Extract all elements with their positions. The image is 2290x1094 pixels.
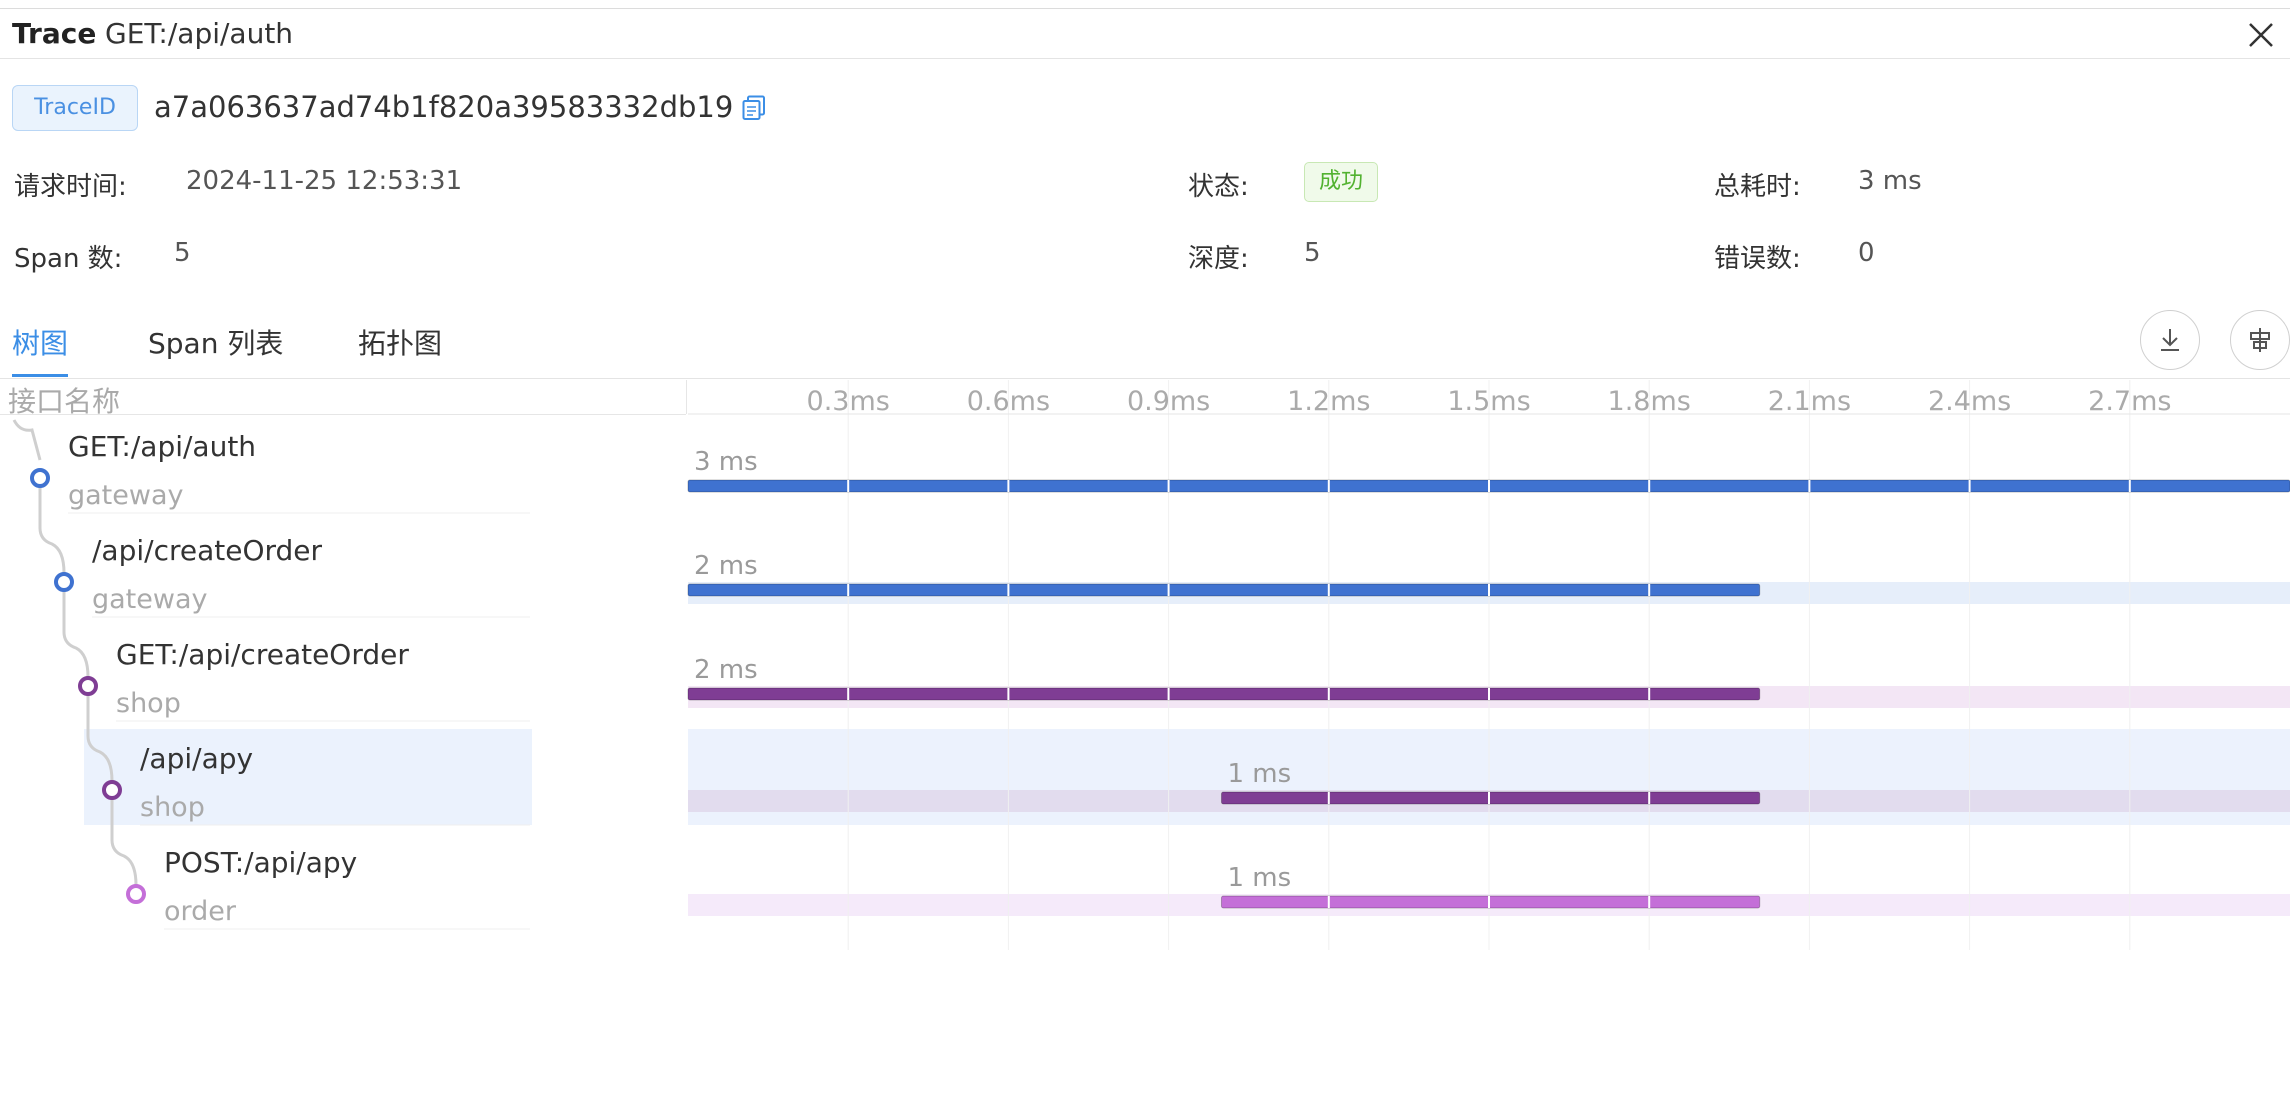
- tab-tree[interactable]: 树图: [12, 322, 68, 362]
- trace-id-value: a7a063637ad74b1f820a39583332db19: [154, 90, 734, 124]
- span-duration-label: 1 ms: [1227, 759, 1291, 789]
- span-count-label: Span 数:: [14, 244, 123, 274]
- status-label: 状态:: [1188, 172, 1249, 202]
- status-badge: 成功: [1304, 162, 1379, 202]
- trace-timeline: 0.3ms 0.6ms 0.9ms 1.2ms 1.5ms 1.8ms 2.1ms 2.4ms…: [12, 380, 2290, 950]
- span-count-value: 5: [174, 238, 191, 268]
- tab-span-list[interactable]: Span 列表: [148, 322, 283, 362]
- download-icon: [2161, 329, 2179, 351]
- span-duration-label: 2 ms: [694, 655, 758, 685]
- depth-label: 深度:: [1188, 244, 1249, 274]
- span-name[interactable]: GET:/api/createOrder: [116, 638, 409, 671]
- errors-label: 错误数:: [1714, 244, 1801, 274]
- tick-label: 2.4ms: [1928, 386, 2011, 417]
- align-button[interactable]: [2230, 310, 2290, 370]
- tick-label: 1.5ms: [1447, 386, 1530, 417]
- span-service: gateway: [92, 584, 208, 615]
- span-bar[interactable]: [1220, 791, 1761, 805]
- span-duration-label: 2 ms: [694, 551, 758, 581]
- span-bar[interactable]: [1220, 895, 1761, 909]
- request-time-label: 请求时间:: [14, 172, 127, 202]
- span-duration-label: 3 ms: [694, 447, 758, 477]
- tick-label: 0.9ms: [1127, 386, 1210, 417]
- span-node-dot[interactable]: [102, 780, 122, 800]
- trace-id-tag: TraceID: [12, 85, 138, 131]
- span-name[interactable]: /api/createOrder: [92, 534, 323, 567]
- duration-value: 3 ms: [1858, 166, 1922, 196]
- drawer-title: Trace: [12, 17, 97, 50]
- request-time-value: 2024-11-25 12:53:31: [186, 166, 463, 196]
- span-name[interactable]: /api/apy: [140, 742, 253, 775]
- copy-icon[interactable]: [742, 95, 766, 121]
- tab-topology[interactable]: 拓扑图: [358, 322, 442, 362]
- tick-label: 0.6ms: [967, 386, 1050, 417]
- close-icon[interactable]: [2244, 18, 2278, 52]
- span-node-dot[interactable]: [54, 572, 74, 592]
- span-name[interactable]: GET:/api/auth: [68, 430, 256, 463]
- span-service: gateway: [68, 480, 184, 511]
- header-divider: [0, 58, 2290, 59]
- top-border: [0, 8, 2290, 9]
- trace-root-name: GET:/api/auth: [105, 17, 294, 50]
- align-icon: [2250, 328, 2270, 352]
- tick-label: 1.2ms: [1287, 386, 1370, 417]
- tab-active-indicator: [12, 374, 68, 377]
- depth-value: 5: [1304, 238, 1321, 268]
- span-service: shop: [140, 792, 205, 823]
- span-node-dot[interactable]: [78, 676, 98, 696]
- span-node-dot[interactable]: [126, 884, 146, 904]
- tab-divider: [0, 378, 2290, 379]
- tick-label: 2.1ms: [1768, 386, 1851, 417]
- span-node-dot[interactable]: [30, 468, 50, 488]
- span-name[interactable]: POST:/api/apy: [164, 846, 357, 879]
- download-button[interactable]: [2140, 310, 2200, 370]
- span-duration-label: 1 ms: [1227, 863, 1291, 893]
- duration-label: 总耗时:: [1714, 172, 1801, 202]
- tick-label: 0.3ms: [807, 386, 890, 417]
- tick-label: 2.7ms: [2088, 386, 2171, 417]
- span-service: shop: [116, 688, 181, 719]
- span-service: order: [164, 896, 237, 927]
- tick-label: 1.8ms: [1608, 386, 1691, 417]
- errors-value: 0: [1858, 238, 1875, 268]
